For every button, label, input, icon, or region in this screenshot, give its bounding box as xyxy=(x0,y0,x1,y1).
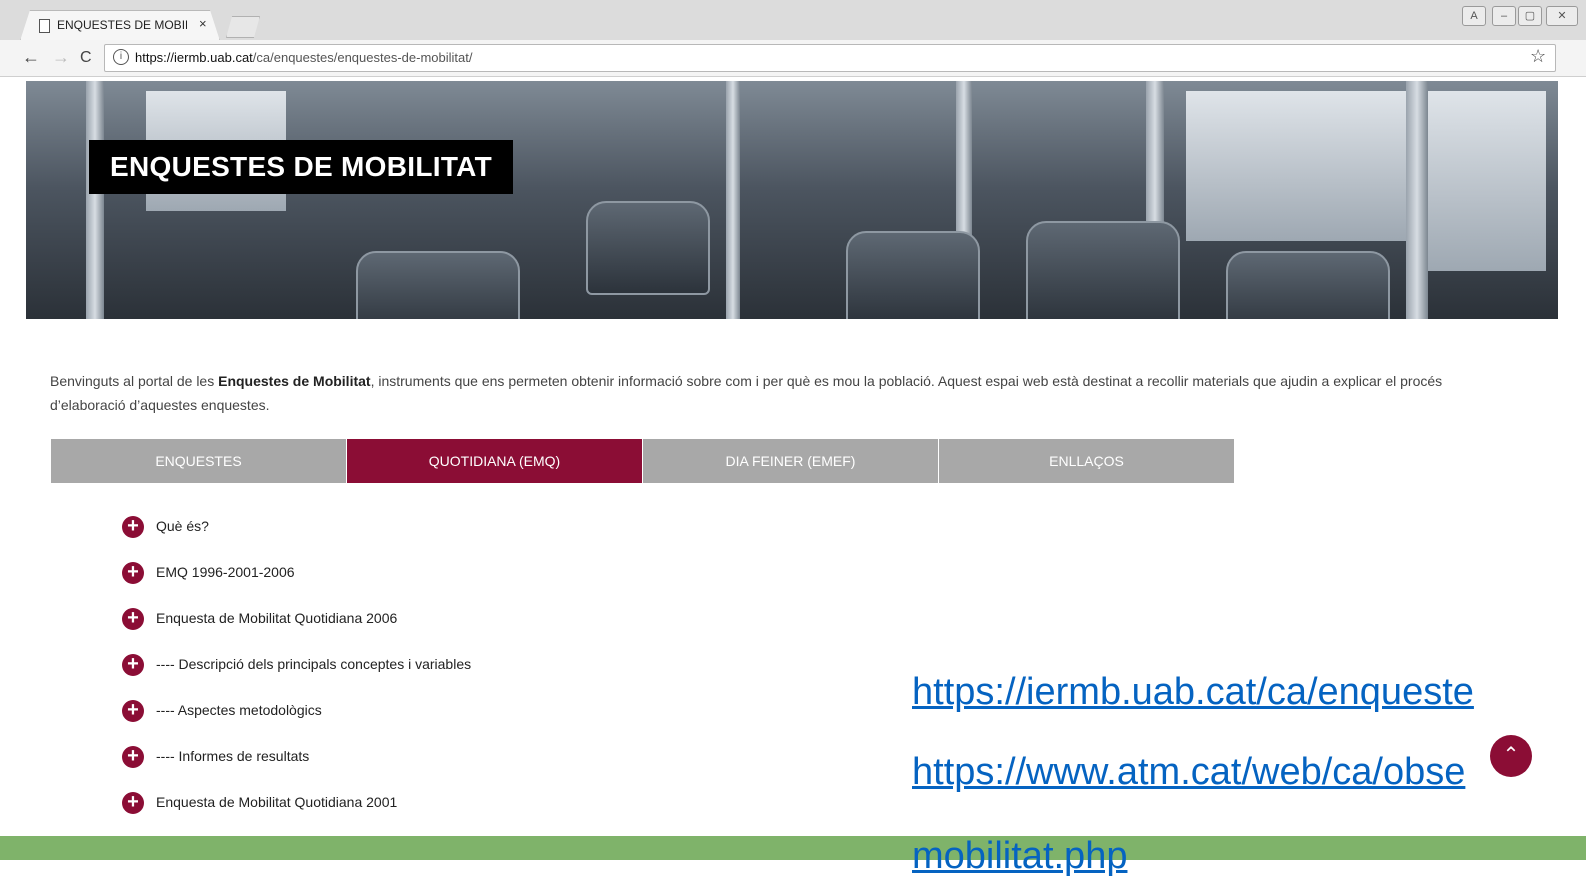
page-icon xyxy=(39,19,50,33)
expand-plus-icon[interactable]: + xyxy=(122,700,144,722)
bus-seat xyxy=(356,251,520,319)
accordion-label[interactable]: Enquesta de Mobilitat Quotidiana 2006 xyxy=(156,610,397,626)
new-tab-button[interactable] xyxy=(226,16,260,38)
expand-plus-icon[interactable]: + xyxy=(122,746,144,768)
overlay-link-iermb[interactable]: https://iermb.uab.cat/ca/enqueste xyxy=(912,672,1586,712)
accordion-label[interactable]: EMQ 1996-2001-2006 xyxy=(156,564,295,580)
expand-plus-icon[interactable]: + xyxy=(122,516,144,538)
bus-window xyxy=(1426,91,1546,271)
url-host: https://iermb.uab.cat xyxy=(135,50,253,65)
minimize-icon[interactable]: – xyxy=(1492,6,1516,26)
bus-seat xyxy=(1226,251,1390,319)
accordion-label[interactable]: ---- Descripció dels principals concepte… xyxy=(156,656,471,672)
accordion-label[interactable]: ---- Aspectes metodològics xyxy=(156,702,322,718)
overlay-links: https://iermb.uab.cat/ca/enqueste https:… xyxy=(912,672,1586,792)
bus-pole xyxy=(1406,81,1428,319)
maximize-icon[interactable]: ▢ xyxy=(1518,6,1542,26)
bus-pole xyxy=(86,81,104,319)
expand-plus-icon[interactable]: + xyxy=(122,792,144,814)
tab-enllacos[interactable]: ENLLAÇOS xyxy=(939,439,1234,483)
bus-seat xyxy=(586,201,710,295)
close-window-icon[interactable]: ✕ xyxy=(1546,6,1578,26)
bus-pole xyxy=(726,81,740,319)
expand-plus-icon[interactable]: + xyxy=(122,608,144,630)
info-icon[interactable]: i xyxy=(113,49,129,65)
expand-plus-icon[interactable]: + xyxy=(122,562,144,584)
browser-tabstrip: ENQUESTES DE MOBILITAT × A – ▢ ✕ xyxy=(0,0,1586,41)
bus-seat xyxy=(846,231,980,319)
reload-icon[interactable]: C xyxy=(80,49,92,67)
bus-window xyxy=(1186,91,1406,241)
forward-icon[interactable]: → xyxy=(52,47,70,68)
tab-dia-feiner-emef[interactable]: DIA FEINER (EMEF) xyxy=(643,439,938,483)
page-title: ENQUESTES DE MOBILITAT xyxy=(89,140,514,194)
bus-seat xyxy=(1026,221,1180,319)
intro-paragraph: Benvinguts al portal de les Enquestes de… xyxy=(50,369,1520,417)
intro-bold: Enquestes de Mobilitat xyxy=(218,373,371,389)
close-tab-icon[interactable]: × xyxy=(199,16,207,31)
hero-banner xyxy=(26,81,1558,319)
footer-bar xyxy=(0,836,1586,860)
tab-quotidiana-emq[interactable]: QUOTIDIANA (EMQ) xyxy=(347,439,642,483)
bookmark-star-icon[interactable]: ☆ xyxy=(1530,46,1546,67)
overlay-link-atm-tail[interactable]: mobilitat.php xyxy=(912,836,1127,876)
intro-text: Benvinguts al portal de les xyxy=(50,373,219,389)
url-input[interactable]: i https://iermb.uab.cat/ca/enquestes/enq… xyxy=(104,44,1556,72)
user-icon[interactable]: A xyxy=(1462,6,1486,26)
address-bar: ← → C i https://iermb.uab.cat/ca/enquest… xyxy=(0,40,1586,77)
accordion-label[interactable]: ---- Informes de resultats xyxy=(156,748,309,764)
accordion-label[interactable]: Què és? xyxy=(156,518,209,534)
expand-plus-icon[interactable]: + xyxy=(122,654,144,676)
tab-enquestes[interactable]: ENQUESTES xyxy=(51,439,346,483)
browser-tab-title: ENQUESTES DE MOBILITAT xyxy=(57,18,187,32)
back-icon[interactable]: ← xyxy=(22,47,40,68)
browser-tab[interactable]: ENQUESTES DE MOBILITAT × xyxy=(20,10,220,41)
overlay-link-atm[interactable]: https://www.atm.cat/web/ca/obse xyxy=(912,752,1586,792)
scroll-to-top-button[interactable]: ⌃ xyxy=(1490,735,1532,777)
url-text: https://iermb.uab.cat/ca/enquestes/enque… xyxy=(135,50,472,65)
content-tabs: ENQUESTES QUOTIDIANA (EMQ) DIA FEINER (E… xyxy=(51,439,1235,483)
accordion-label[interactable]: Enquesta de Mobilitat Quotidiana 2001 xyxy=(156,794,397,810)
url-path: /ca/enquestes/enquestes-de-mobilitat/ xyxy=(252,50,473,65)
